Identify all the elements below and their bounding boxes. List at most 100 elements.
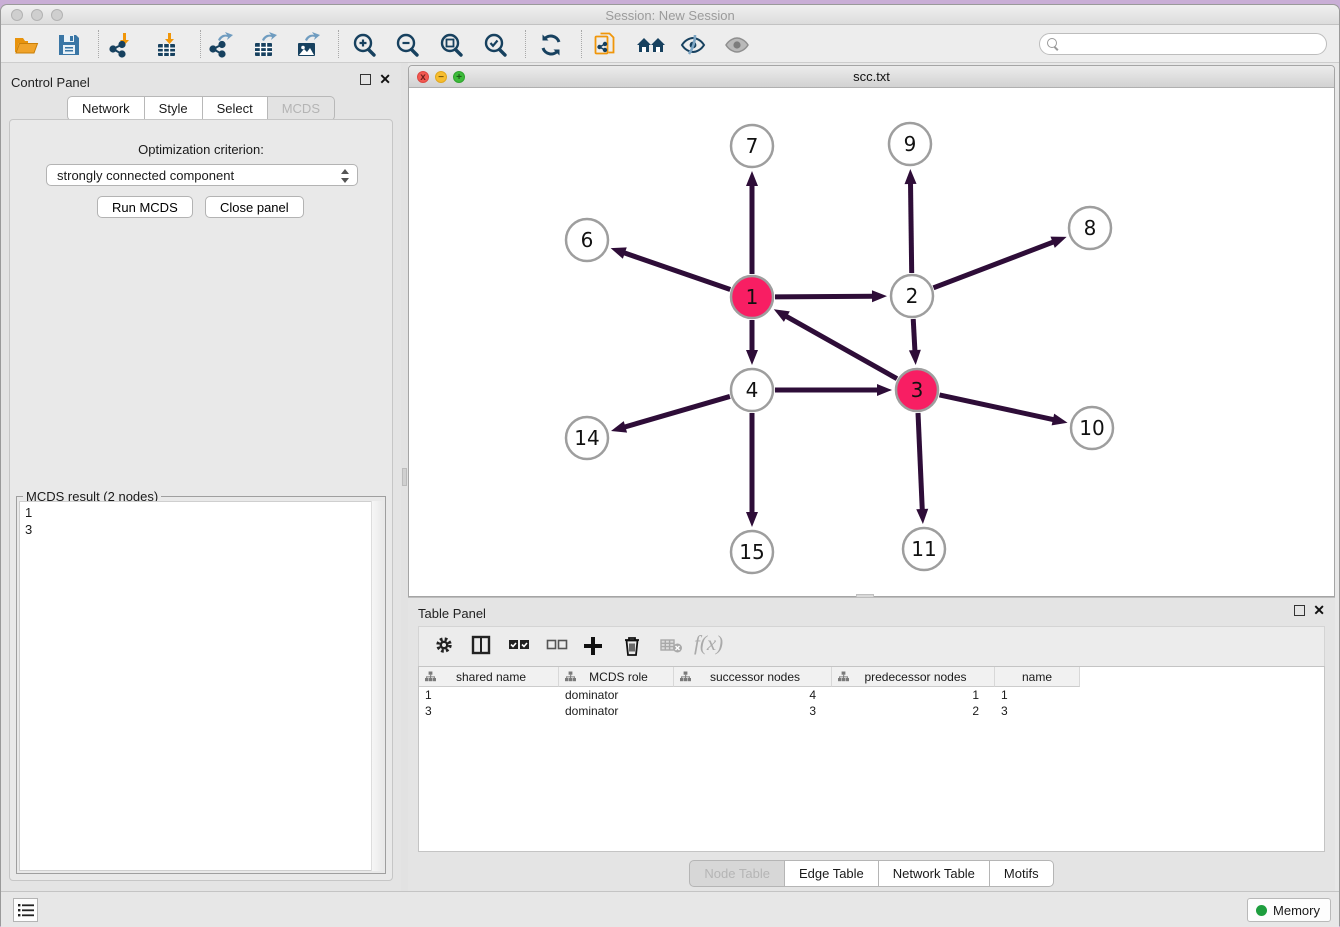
table-panel-float-icon[interactable] bbox=[1294, 605, 1305, 616]
table-header-row: shared nameMCDS rolesuccessor nodesprede… bbox=[419, 667, 1324, 687]
mcds-result-line: 1 bbox=[25, 504, 382, 521]
clone-network-icon[interactable] bbox=[593, 32, 619, 58]
save-session-icon[interactable] bbox=[56, 32, 82, 58]
run-mcds-button[interactable]: Run MCDS bbox=[97, 196, 193, 218]
show-all-icon[interactable] bbox=[724, 32, 750, 58]
add-column-icon[interactable] bbox=[582, 635, 604, 657]
table-cell: 1 bbox=[832, 687, 995, 703]
graph-node-label: 7 bbox=[746, 134, 759, 158]
table-panel-tabs: Node TableEdge TableNetwork TableMotifs bbox=[408, 860, 1335, 887]
memory-button[interactable]: Memory bbox=[1247, 898, 1331, 922]
open-session-icon[interactable] bbox=[13, 32, 39, 58]
export-table-icon[interactable] bbox=[252, 32, 278, 58]
node-table: shared nameMCDS rolesuccessor nodesprede… bbox=[418, 666, 1325, 852]
network-canvas[interactable]: 7968124314101511 bbox=[409, 88, 1334, 596]
toolbar-separator bbox=[338, 30, 339, 58]
hide-selected-icon[interactable] bbox=[680, 32, 706, 58]
export-image-icon[interactable] bbox=[295, 32, 321, 58]
edge-arrowhead bbox=[916, 509, 928, 524]
table-row[interactable]: 1dominator411 bbox=[419, 687, 1324, 703]
table-panel-close-icon[interactable]: ✕ bbox=[1313, 605, 1325, 616]
control-panel-float-icon[interactable] bbox=[360, 74, 371, 85]
memory-label: Memory bbox=[1273, 903, 1320, 918]
table-cell: 3 bbox=[419, 703, 559, 719]
control-panel-close-icon[interactable]: ✕ bbox=[379, 74, 391, 85]
window-titlebar: Session: New Session bbox=[1, 5, 1339, 25]
tab-network[interactable]: Network bbox=[67, 96, 145, 121]
search-input[interactable] bbox=[1066, 35, 1316, 53]
mcds-result-list[interactable]: 13 bbox=[19, 501, 383, 871]
column-layout-icon[interactable] bbox=[471, 635, 491, 655]
graph-node-label: 10 bbox=[1079, 416, 1104, 440]
table-cell: 1 bbox=[419, 687, 559, 703]
window-title: Session: New Session bbox=[1, 8, 1339, 23]
tab-mcds[interactable]: MCDS bbox=[268, 96, 335, 121]
graph-node-label: 3 bbox=[911, 378, 924, 402]
edge-arrowhead bbox=[611, 421, 627, 433]
table-cell: 3 bbox=[674, 703, 832, 719]
zoom-fit-icon[interactable] bbox=[438, 32, 464, 58]
edge-arrowhead bbox=[746, 171, 758, 186]
mcds-result-scrollbar[interactable] bbox=[371, 501, 383, 871]
edge-arrowhead bbox=[746, 350, 758, 365]
app-window: Session: New Session bbox=[0, 4, 1340, 926]
table-row[interactable]: 3dominator323 bbox=[419, 703, 1324, 719]
edge-arrowhead bbox=[877, 384, 892, 396]
edge-2-3[interactable] bbox=[913, 319, 915, 352]
close-panel-button[interactable]: Close panel bbox=[205, 196, 304, 218]
table-cell: 4 bbox=[674, 687, 832, 703]
search-icon bbox=[1047, 38, 1059, 50]
tab-network-table[interactable]: Network Table bbox=[879, 860, 990, 887]
toolbar-separator bbox=[200, 30, 201, 58]
export-network-icon[interactable] bbox=[209, 32, 235, 58]
edge-4-14[interactable] bbox=[623, 396, 729, 427]
edge-1-2[interactable] bbox=[775, 296, 874, 297]
import-network-icon[interactable] bbox=[109, 32, 135, 58]
graph-node-label: 14 bbox=[574, 426, 599, 450]
column-header-name[interactable]: name bbox=[995, 667, 1080, 687]
mcds-result-box: MCDS result (2 nodes) 13 bbox=[16, 496, 386, 874]
column-header-shared-name[interactable]: shared name bbox=[419, 667, 559, 687]
column-header-MCDS-role[interactable]: MCDS role bbox=[559, 667, 674, 687]
function-builder-icon[interactable]: f(x) bbox=[694, 631, 723, 656]
task-history-button[interactable] bbox=[13, 898, 38, 922]
graph-node-label: 4 bbox=[746, 378, 759, 402]
import-table-icon[interactable] bbox=[155, 32, 181, 58]
vertical-splitter[interactable] bbox=[401, 63, 408, 895]
first-neighbors-icon[interactable] bbox=[636, 32, 668, 58]
tab-style[interactable]: Style bbox=[145, 96, 203, 121]
edge-3-11[interactable] bbox=[918, 413, 922, 511]
network-frame-titlebar[interactable]: x − + scc.txt bbox=[409, 66, 1334, 88]
graph-node-label: 2 bbox=[906, 284, 919, 308]
graph-node-label: 6 bbox=[581, 228, 594, 252]
zoom-in-icon[interactable] bbox=[351, 32, 377, 58]
zoom-selected-icon[interactable] bbox=[482, 32, 508, 58]
tab-motifs[interactable]: Motifs bbox=[990, 860, 1054, 887]
graph-node-label: 1 bbox=[746, 285, 759, 309]
tab-node-table[interactable]: Node Table bbox=[689, 860, 785, 887]
tab-edge-table[interactable]: Edge Table bbox=[785, 860, 879, 887]
select-all-icon[interactable] bbox=[507, 635, 531, 655]
graph-node-label: 9 bbox=[904, 132, 917, 156]
criterion-select[interactable]: strongly connected component bbox=[46, 164, 358, 186]
column-header-successor-nodes[interactable]: successor nodes bbox=[674, 667, 832, 687]
column-header-predecessor-nodes[interactable]: predecessor nodes bbox=[832, 667, 995, 687]
deselect-all-icon[interactable] bbox=[545, 635, 569, 655]
network-view-frame: x − + scc.txt 7968124314101511 bbox=[408, 65, 1335, 597]
status-bar: Memory bbox=[1, 891, 1339, 927]
control-panel-title: Control Panel bbox=[11, 75, 90, 90]
delete-table-icon[interactable] bbox=[659, 635, 683, 655]
delete-column-icon[interactable] bbox=[622, 635, 642, 657]
refresh-view-icon[interactable] bbox=[538, 32, 564, 58]
settings-icon[interactable] bbox=[434, 635, 454, 655]
mcds-result-line: 3 bbox=[25, 521, 382, 538]
main-toolbar bbox=[1, 25, 1339, 63]
tab-select[interactable]: Select bbox=[203, 96, 268, 121]
table-toolbar: f(x) bbox=[418, 626, 1325, 666]
edge-2-8[interactable] bbox=[933, 242, 1054, 288]
edge-1-6[interactable] bbox=[623, 252, 730, 289]
edge-3-10[interactable] bbox=[939, 395, 1054, 420]
zoom-out-icon[interactable] bbox=[394, 32, 420, 58]
edge-2-9[interactable] bbox=[911, 182, 912, 273]
edge-3-1[interactable] bbox=[785, 316, 897, 379]
